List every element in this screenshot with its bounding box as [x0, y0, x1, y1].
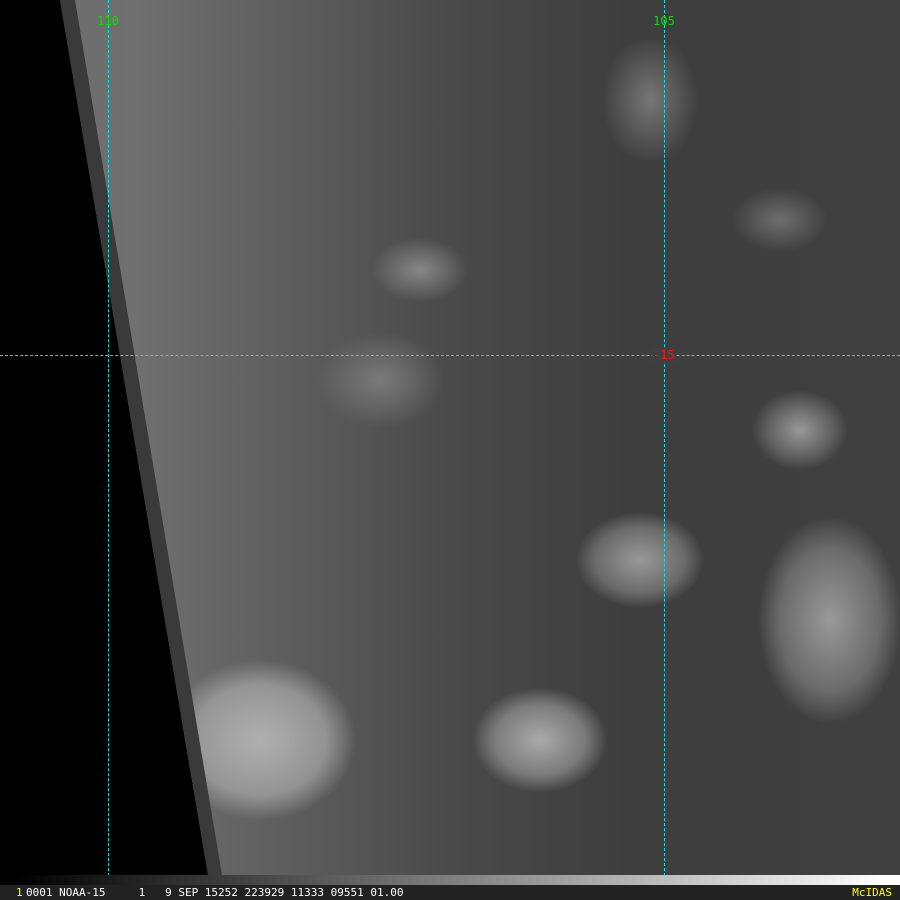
longitude-label: 105 [653, 14, 675, 28]
satellite-image-display: 110 105 -15 1 0001 NOAA-15 1 9 SEP 15252… [0, 0, 900, 900]
grayscale-bar-end [888, 875, 900, 885]
image-info: 0001 NOAA-15 1 9 SEP 15252 223929 11333 … [26, 886, 404, 899]
frame-number: 1 [16, 886, 23, 899]
mcidas-label: McIDAS [852, 886, 892, 899]
grayscale-bar [16, 875, 888, 885]
longitude-line-110 [108, 0, 109, 876]
latitude-label: -15 [652, 348, 676, 362]
longitude-line-105 [664, 0, 665, 876]
latitude-line-minus-15 [0, 355, 900, 356]
longitude-label: 110 [97, 14, 119, 28]
status-bar: 1 0001 NOAA-15 1 9 SEP 15252 223929 1133… [0, 885, 900, 900]
